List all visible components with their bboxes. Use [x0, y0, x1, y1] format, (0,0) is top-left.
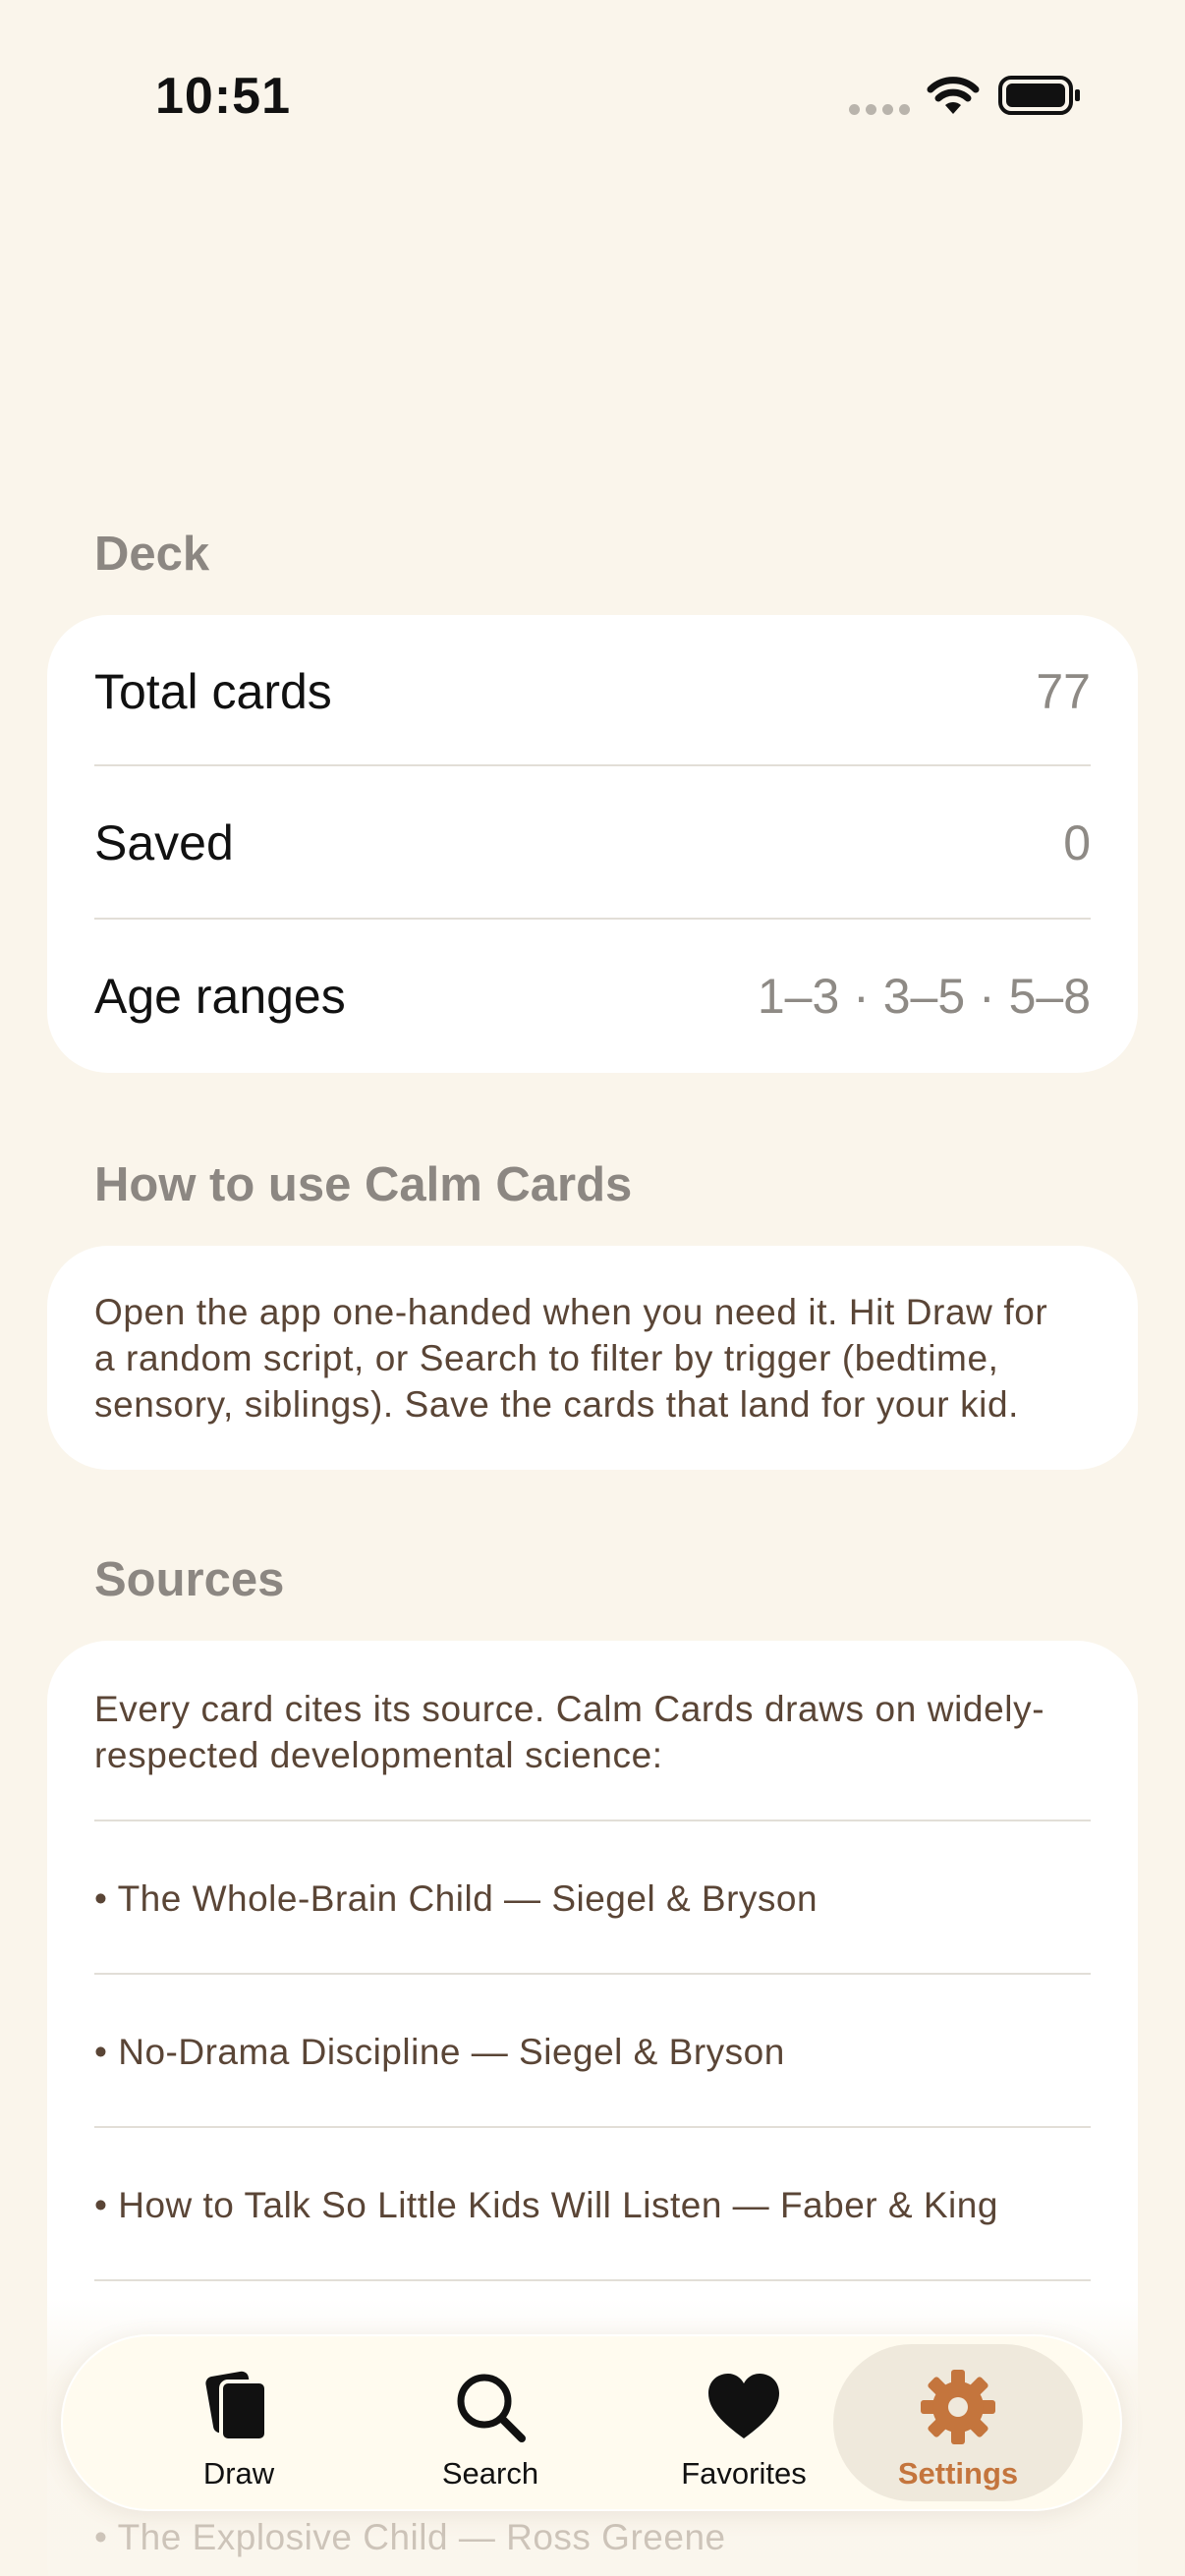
- source-item: • How to Talk So Little Kids Will Listen…: [94, 2185, 998, 2225]
- sources-intro: Every card cites its source. Calm Cards …: [94, 1686, 1091, 1778]
- tab-draw[interactable]: Draw: [114, 2344, 364, 2501]
- age-ranges-label: Age ranges: [94, 969, 346, 1024]
- search-icon: [457, 2374, 526, 2442]
- divider: [94, 1820, 1091, 1821]
- wifi-icon: [927, 77, 980, 114]
- divider: [94, 2126, 1091, 2128]
- total-cards-label: Total cards: [94, 664, 332, 719]
- saved-label: Saved: [94, 815, 234, 870]
- tab-search-label: Search: [441, 2456, 539, 2491]
- tab-favorites[interactable]: Favorites: [619, 2344, 869, 2501]
- sources-intro-line: respected developmental science:: [94, 1735, 663, 1775]
- heart-icon: [708, 2374, 779, 2438]
- tab-favorites-label: Favorites: [681, 2456, 807, 2491]
- how-to-section-header: How to use Calm Cards: [94, 1158, 633, 1211]
- saved-value: 0: [1063, 815, 1091, 870]
- tab-draw-label: Draw: [202, 2456, 275, 2491]
- cards-icon: [205, 2371, 268, 2442]
- status-bar: 10:51: [0, 0, 1185, 196]
- tab-settings[interactable]: Settings: [833, 2344, 1083, 2501]
- gear-icon: [921, 2370, 995, 2444]
- source-item: • The Whole-Brain Child — Siegel & Bryso…: [94, 1878, 818, 1919]
- settings-screen: 10:51 Deck Total cards 77 Saved 0 Age ra…: [0, 0, 1185, 2576]
- deck-card: Total cards 77 Saved 0 Age ranges 1–3 · …: [47, 615, 1138, 1073]
- tab-search[interactable]: Search: [366, 2344, 615, 2501]
- total-cards-row: Total cards 77: [94, 615, 1091, 768]
- cellular-signal-icon: [849, 104, 910, 115]
- how-to-line: sensory, siblings). Save the cards that …: [94, 1384, 1020, 1425]
- age-ranges-value: 1–3 · 3–5 · 5–8: [757, 969, 1091, 1024]
- how-to-line: a random script, or Search to filter by …: [94, 1338, 999, 1378]
- divider: [94, 1973, 1091, 1975]
- age-ranges-row: Age ranges 1–3 · 3–5 · 5–8: [94, 920, 1091, 1073]
- tab-settings-label: Settings: [897, 2456, 1019, 2491]
- how-to-line: Open the app one-handed when you need it…: [94, 1292, 1048, 1332]
- battery-icon: [998, 76, 1080, 115]
- status-time: 10:51: [155, 68, 291, 125]
- tab-bar: Draw Search Favorites Settings: [61, 2334, 1122, 2511]
- source-item: • The Explosive Child — Ross Greene: [94, 2517, 726, 2557]
- saved-row: Saved 0: [94, 766, 1091, 920]
- source-item: • No-Drama Discipline — Siegel & Bryson: [94, 2032, 785, 2072]
- how-to-card: Open the app one-handed when you need it…: [47, 1246, 1138, 1470]
- total-cards-value: 77: [1036, 664, 1091, 719]
- sources-intro-line: Every card cites its source. Calm Cards …: [94, 1689, 1045, 1729]
- how-to-text: Open the app one-handed when you need it…: [94, 1289, 1091, 1428]
- divider: [94, 2279, 1091, 2281]
- deck-section-header: Deck: [94, 528, 210, 581]
- sources-section-header: Sources: [94, 1553, 285, 1606]
